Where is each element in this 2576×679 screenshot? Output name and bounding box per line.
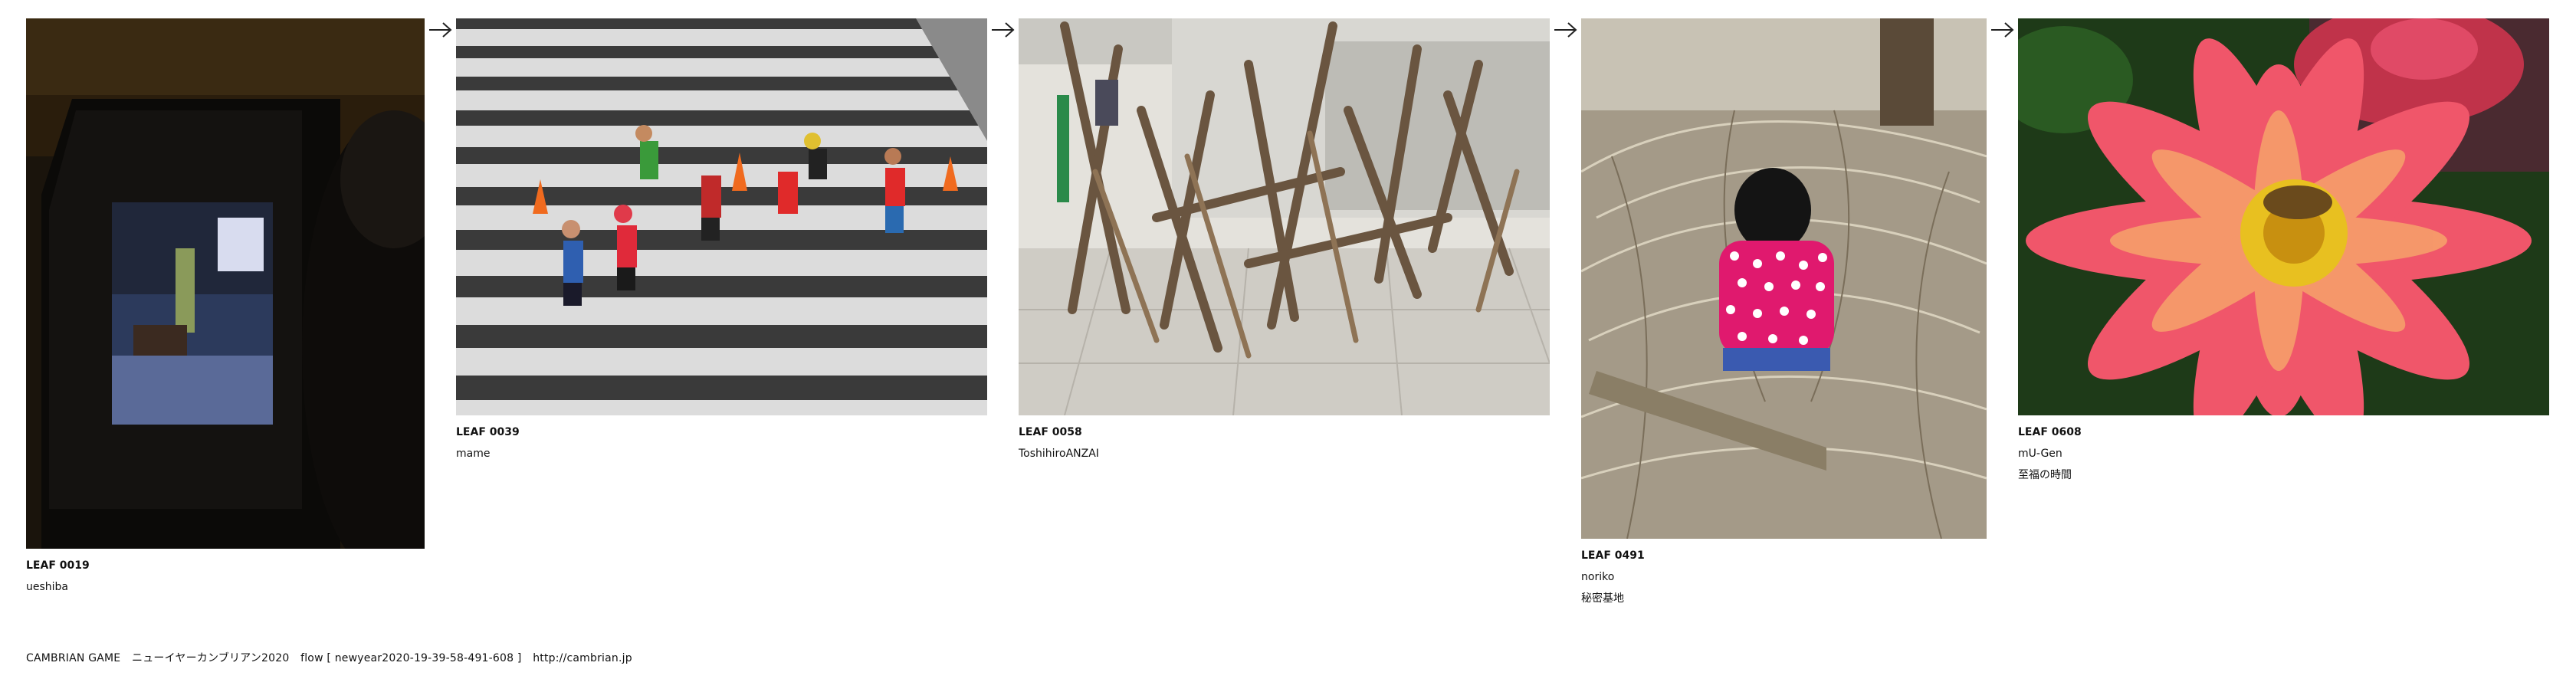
right-arrow-icon (1554, 22, 1577, 38)
leaf-id[interactable]: LEAF 0491 (1581, 545, 1645, 566)
right-arrow-icon (1991, 22, 2014, 38)
leaf-id[interactable]: LEAF 0039 (456, 422, 520, 443)
leaf-author[interactable]: mU-Gen (2018, 443, 2082, 464)
leaf-author[interactable]: ToshihiroANZAI (1019, 443, 1099, 464)
leaf-caption-0608: LEAF 0608 mU-Gen 至福の時間 (2018, 422, 2082, 486)
footer-flow: flow [ newyear2020-19-39-58-491-608 ] (300, 652, 522, 664)
leaf-caption-0058: LEAF 0058 ToshihiroANZAI (1019, 422, 1099, 464)
leaf-image-0039[interactable] (456, 18, 987, 415)
leaf-author[interactable]: noriko (1581, 566, 1645, 588)
footer-game-link[interactable]: CAMBRIAN GAME (26, 652, 120, 664)
leaf-note: 至福の時間 (2018, 469, 2072, 481)
leaf-id[interactable]: LEAF 0058 (1019, 422, 1099, 443)
leaf-caption-0019: LEAF 0019 ueshiba (26, 555, 90, 598)
leaf-image-0608[interactable] (2018, 18, 2549, 415)
footer: CAMBRIAN GAME ニューイヤーカンブリアン2020 flow [ ne… (26, 650, 640, 665)
leaf-id[interactable]: LEAF 0019 (26, 555, 90, 576)
leaf-author[interactable]: mame (456, 443, 520, 464)
leaf-image-0019[interactable] (26, 18, 425, 549)
leaf-id[interactable]: LEAF 0608 (2018, 422, 2082, 443)
flow-page: LEAF 0019 ueshiba LEAF 0039 mame LEAF 00… (0, 0, 2576, 679)
footer-title: ニューイヤーカンブリアン2020 (132, 652, 290, 664)
leaf-caption-0491: LEAF 0491 noriko 秘密基地 (1581, 545, 1645, 609)
leaf-image-0491[interactable] (1581, 18, 1987, 539)
leaf-image-0058[interactable] (1019, 18, 1550, 415)
leaf-caption-0039: LEAF 0039 mame (456, 422, 520, 464)
right-arrow-icon (429, 22, 452, 38)
leaf-note: 秘密基地 (1581, 592, 1624, 605)
right-arrow-icon (992, 22, 1015, 38)
footer-url-link[interactable]: http://cambrian.jp (533, 652, 632, 664)
leaf-author[interactable]: ueshiba (26, 576, 90, 598)
